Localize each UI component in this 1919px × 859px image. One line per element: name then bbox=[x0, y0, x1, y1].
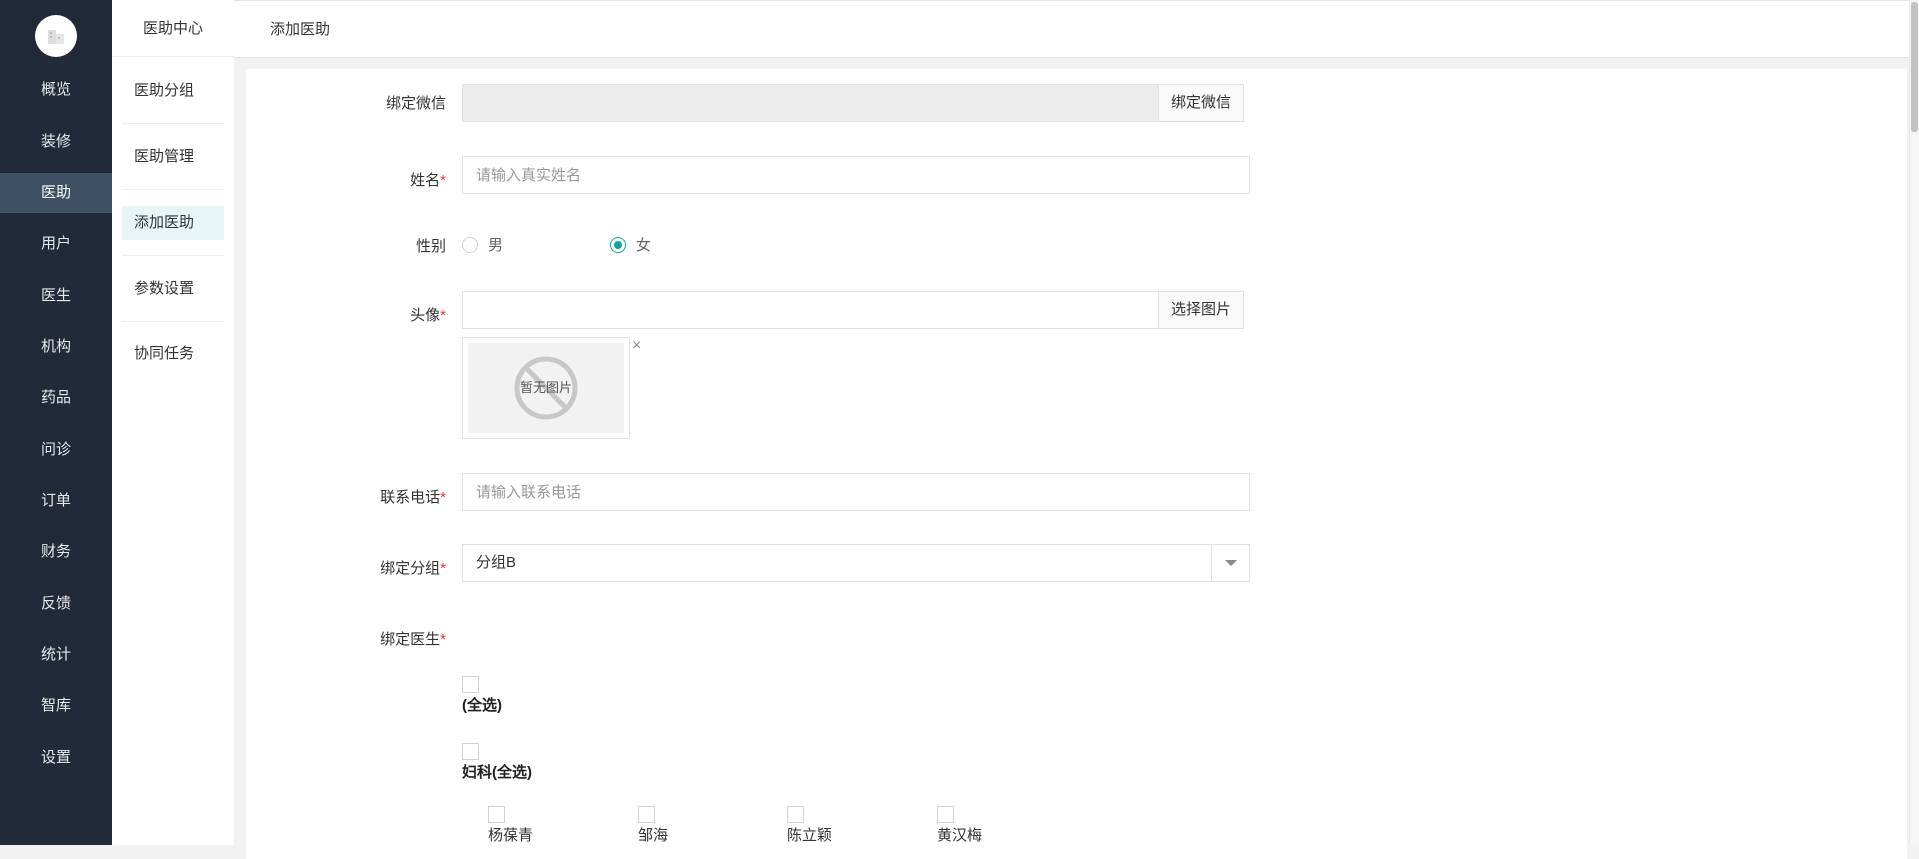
department-checkbox[interactable] bbox=[462, 743, 479, 760]
doctor-name: 邹海 bbox=[638, 827, 669, 844]
phone-input[interactable] bbox=[462, 473, 1250, 511]
nav-item-feedback[interactable]: 反馈 bbox=[0, 584, 112, 624]
sub-sidebar: 医助中心 医助分组 医助管理 添加医助 参数设置 协同任务 bbox=[112, 0, 234, 845]
sub-item-params[interactable]: 参数设置 bbox=[122, 272, 224, 306]
nav-item-overview[interactable]: 概览 bbox=[0, 70, 112, 110]
logo[interactable] bbox=[35, 15, 77, 57]
nav-item-orders[interactable]: 订单 bbox=[0, 481, 112, 521]
page-title: 添加医助 bbox=[270, 21, 331, 38]
nav-item-institutions[interactable]: 机构 bbox=[0, 327, 112, 367]
nav-item-statistics[interactable]: 统计 bbox=[0, 635, 112, 675]
doctor-checkbox[interactable] bbox=[787, 806, 804, 823]
select-all-checkbox[interactable] bbox=[462, 676, 479, 693]
nav-item-finance[interactable]: 财务 bbox=[0, 532, 112, 572]
group-select-value: 分组B bbox=[476, 554, 517, 571]
avatar-label: 头像* bbox=[410, 307, 446, 324]
gender-label: 性别 bbox=[415, 238, 446, 255]
doctor-label: 绑定医生* bbox=[380, 631, 446, 648]
remove-image-icon[interactable]: × bbox=[632, 337, 641, 355]
doctor-checkbox[interactable] bbox=[638, 806, 655, 823]
avatar-preview: 暂无图片 bbox=[462, 337, 630, 439]
nav-item-users[interactable]: 用户 bbox=[0, 224, 112, 264]
doctor-name: 陈立颖 bbox=[787, 827, 833, 844]
radio-circle bbox=[610, 236, 626, 253]
radio-circle bbox=[462, 236, 478, 253]
department-label: 妇科(全选) bbox=[462, 764, 532, 781]
sub-item-add[interactable]: 添加医助 bbox=[122, 206, 224, 240]
nav-item-consultation[interactable]: 问诊 bbox=[0, 430, 112, 470]
sub-sidebar-title: 医助中心 bbox=[112, 0, 234, 57]
nav-item-knowledge[interactable]: 智库 bbox=[0, 686, 112, 726]
sub-item-groups[interactable]: 医助分组 bbox=[122, 74, 224, 108]
nav-item-assistant[interactable]: 医助 bbox=[0, 173, 112, 213]
nav-item-settings[interactable]: 设置 bbox=[0, 738, 112, 778]
group-label: 绑定分组* bbox=[380, 560, 446, 577]
form-panel: 绑定微信 绑定微信 姓名* 性别 男 女 头像* 选择图片 暂无图片 × bbox=[246, 69, 1907, 859]
sub-item-tasks[interactable]: 协同任务 bbox=[122, 337, 224, 371]
no-image-placeholder: 暂无图片 bbox=[513, 355, 579, 421]
name-label: 姓名* bbox=[410, 172, 446, 189]
nav-item-drugs[interactable]: 药品 bbox=[0, 378, 112, 418]
doctor-name: 黄汉梅 bbox=[937, 827, 983, 844]
gender-radio-female[interactable]: 女 bbox=[610, 234, 651, 255]
doctor-name: 杨葆青 bbox=[488, 827, 534, 844]
group-select[interactable]: 分组B bbox=[462, 544, 1250, 582]
doctor-checkbox[interactable] bbox=[937, 806, 954, 823]
gender-radio-male[interactable]: 男 bbox=[462, 234, 503, 255]
avatar-path-input[interactable] bbox=[462, 291, 1159, 329]
wechat-field[interactable] bbox=[462, 84, 1159, 122]
name-input[interactable] bbox=[462, 156, 1250, 194]
select-all-label: (全选) bbox=[462, 697, 502, 714]
main-sidebar: 概览 装修 医助 用户 医生 机构 药品 问诊 订单 财务 反馈 统计 智库 设… bbox=[0, 0, 112, 845]
phone-label: 联系电话* bbox=[380, 489, 446, 506]
nav-item-doctors[interactable]: 医生 bbox=[0, 276, 112, 316]
sub-item-manage[interactable]: 医助管理 bbox=[122, 140, 224, 174]
nav-item-decoration[interactable]: 装修 bbox=[0, 122, 112, 162]
building-icon bbox=[48, 30, 64, 44]
choose-image-button[interactable]: 选择图片 bbox=[1158, 291, 1245, 329]
chevron-down-icon[interactable] bbox=[1211, 545, 1249, 581]
scrollbar-thumb[interactable] bbox=[1911, 2, 1918, 132]
page-scrollbar[interactable] bbox=[1909, 0, 1919, 845]
top-header: 添加医助 bbox=[234, 0, 1919, 58]
bind-wechat-button[interactable]: 绑定微信 bbox=[1158, 84, 1245, 122]
doctor-checkbox[interactable] bbox=[488, 806, 505, 823]
wechat-label: 绑定微信 bbox=[385, 95, 446, 112]
